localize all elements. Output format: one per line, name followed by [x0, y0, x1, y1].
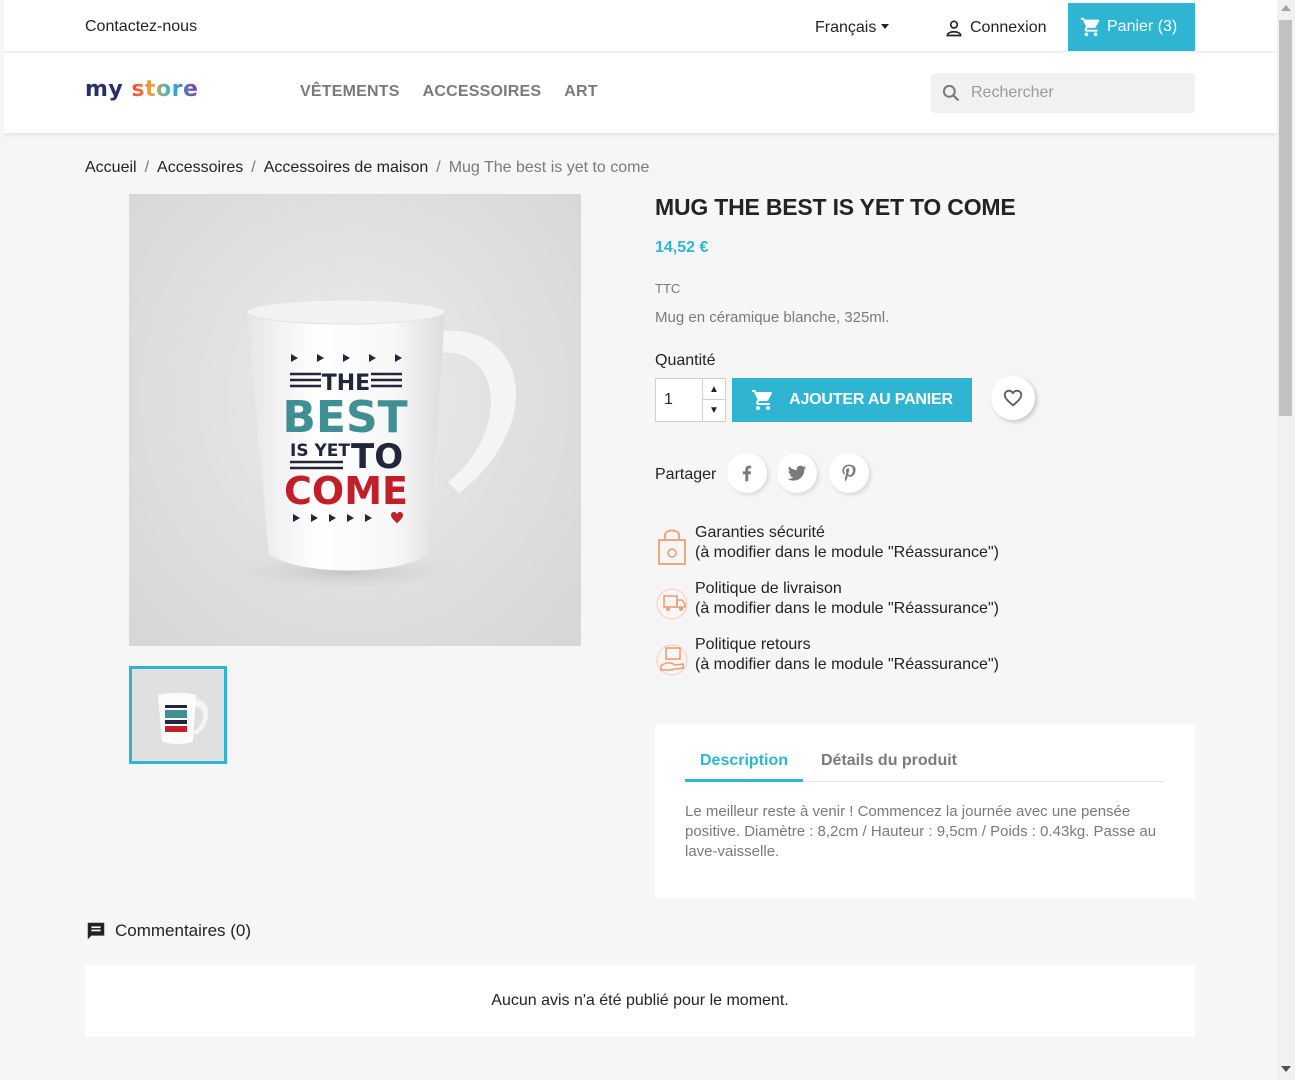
search-box	[931, 73, 1195, 113]
reassurance-item-delivery: Politique de livraison (à modifier dans …	[655, 580, 1055, 628]
add-to-cart-label: AJOUTER AU PANIER	[789, 391, 953, 408]
language-selector[interactable]: Français	[815, 19, 890, 37]
search-icon[interactable]	[941, 83, 961, 103]
cart-icon	[752, 390, 773, 410]
quantity-decrease-button[interactable]: ▼	[702, 400, 725, 421]
tab-description-content: Le meilleur reste à venir ! Commencez la…	[685, 803, 1157, 860]
cart-label: Panier (3)	[1107, 18, 1178, 35]
product-thumbnail[interactable]	[129, 666, 227, 764]
mug-text-is-yet: IS YET	[290, 441, 350, 461]
quantity-stepper: ▲ ▼	[655, 378, 726, 422]
nav-item-art[interactable]: ART	[564, 83, 597, 101]
mug-text-come: COME	[284, 469, 408, 513]
share-label: Partager	[655, 466, 717, 483]
reassurance-title: Politique de livraison	[695, 580, 842, 597]
mug-text-best: BEST	[282, 392, 407, 443]
scrollbar-thumb[interactable]	[1279, 20, 1292, 416]
nav-item-vetements[interactable]: VÊTEMENTS	[300, 83, 400, 101]
comments-heading-label: Commentaires (0)	[115, 921, 252, 940]
top-bar: Contactez-nous Français Connexion Panier…	[4, 0, 1277, 52]
search-input[interactable]	[971, 84, 1171, 102]
wishlist-button[interactable]	[991, 376, 1035, 420]
comments-empty-message: Aucun avis n'a été publié pour le moment…	[491, 992, 789, 1009]
page: Contactez-nous Français Connexion Panier…	[4, 0, 1277, 1080]
quantity-input[interactable]	[656, 379, 703, 421]
delivery-truck-icon	[656, 588, 688, 620]
scroll-down-arrow-icon[interactable]	[1281, 1066, 1291, 1072]
comments-heading: Commentaires (0)	[85, 920, 251, 942]
quantity-increase-button[interactable]: ▲	[702, 379, 725, 400]
store-logo[interactable]: my store	[85, 77, 198, 102]
reassurance-subtitle: (à modifier dans le module "Réassurance"…	[695, 600, 999, 617]
login-link[interactable]: Connexion	[944, 18, 1047, 38]
secure-bag-icon	[658, 529, 686, 565]
facebook-icon	[742, 465, 752, 482]
breadcrumb-separator: /	[144, 159, 150, 176]
breadcrumb-accessoires[interactable]: Accessoires	[157, 159, 243, 177]
language-label: Français	[815, 19, 877, 36]
breadcrumb: Accueil / Accessoires / Accessoires de m…	[85, 159, 649, 177]
cart-button[interactable]: Panier (3)	[1068, 3, 1195, 51]
logo-my: my	[85, 77, 124, 102]
breadcrumb-home-accessories[interactable]: Accessoires de maison	[264, 159, 429, 177]
reassurance-item-returns: Politique retours (à modifier dans le mo…	[655, 636, 1055, 684]
main-header: my store VÊTEMENTS ACCESSOIRES ART	[4, 53, 1277, 133]
short-description: Mug en céramique blanche, 325ml.	[655, 309, 890, 326]
scroll-up-arrow-icon[interactable]	[1281, 5, 1291, 11]
user-icon	[946, 20, 962, 37]
chevron-up-icon: ▲	[709, 383, 719, 395]
reassurance-item-security: Garanties sécurité (à modifier dans le m…	[655, 524, 1055, 572]
heart-icon	[1003, 389, 1023, 407]
product-title: MUG THE BEST IS YET TO COME	[655, 194, 1016, 220]
reassurance-title: Politique retours	[695, 636, 811, 653]
breadcrumb-separator: /	[251, 159, 256, 176]
breadcrumb-current: Mug The best is yet to come	[448, 159, 650, 176]
caret-down-icon	[881, 24, 890, 29]
reassurance-title: Garanties sécurité	[695, 524, 825, 541]
logo-store: store	[131, 77, 199, 102]
tab-description[interactable]: Description	[700, 752, 788, 770]
vertical-scrollbar[interactable]	[1277, 0, 1295, 1080]
twitter-icon	[787, 465, 807, 481]
mug-thumbnail-image	[132, 669, 224, 761]
comment-icon	[87, 922, 105, 940]
tabs-nav: Description Détails du produit	[685, 750, 1165, 782]
add-to-cart-button[interactable]: AJOUTER AU PANIER	[732, 378, 972, 422]
share-pinterest-button[interactable]	[829, 453, 869, 493]
breadcrumb-home[interactable]: Accueil	[85, 159, 137, 177]
active-tab-indicator	[685, 779, 803, 782]
share-twitter-button[interactable]	[777, 453, 817, 493]
breadcrumb-separator: /	[436, 159, 441, 176]
tab-product-details[interactable]: Détails du produit	[821, 752, 957, 770]
mug-illustration: THE BEST IS YET TO COME	[224, 299, 517, 590]
reassurance-subtitle: (à modifier dans le module "Réassurance"…	[695, 656, 999, 673]
pinterest-icon	[842, 464, 856, 482]
product-main-image[interactable]: THE BEST IS YET TO COME	[129, 194, 581, 646]
chevron-down-icon: ▼	[709, 405, 719, 416]
product-price: 14,52 €	[655, 239, 709, 256]
main-nav: VÊTEMENTS ACCESSOIRES ART	[300, 83, 598, 101]
comments-empty-box: Aucun avis n'a été publié pour le moment…	[85, 965, 1195, 1037]
reassurance-subtitle: (à modifier dans le module "Réassurance"…	[695, 544, 999, 561]
product-tabs: Description Détails du produit Le meille…	[655, 724, 1195, 898]
nav-item-accessoires[interactable]: ACCESSOIRES	[423, 83, 542, 101]
quantity-label: Quantité	[655, 352, 716, 369]
login-label: Connexion	[970, 19, 1047, 36]
tax-label: TTC	[655, 281, 681, 296]
contact-link[interactable]: Contactez-nous	[85, 18, 197, 36]
cart-icon	[1080, 17, 1100, 37]
return-package-icon	[656, 644, 688, 676]
share-facebook-button[interactable]	[727, 453, 767, 493]
